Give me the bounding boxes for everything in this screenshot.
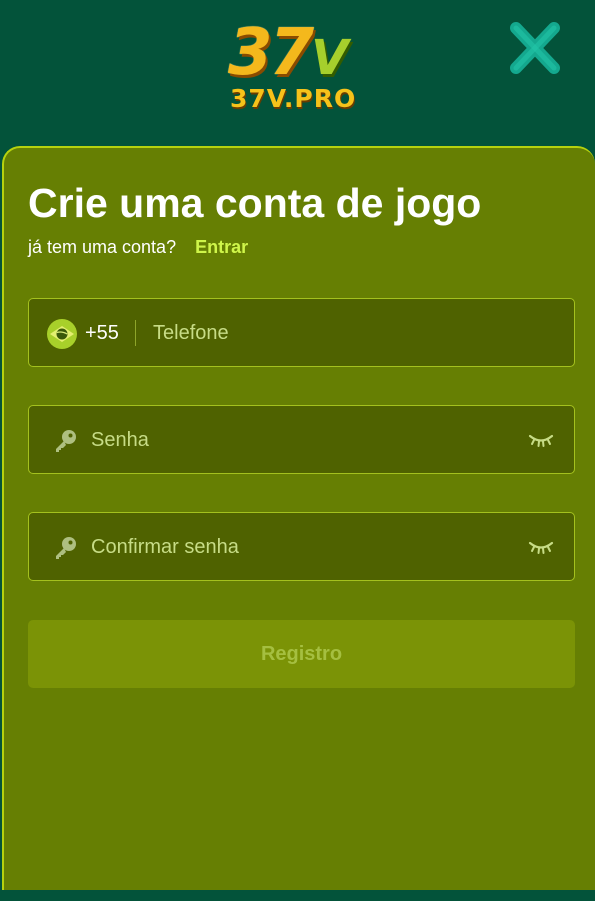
page-title: Crie uma conta de jogo [28,180,482,226]
login-prompt-row: já tem uma conta? Entrar [28,237,248,258]
country-code-divider [135,320,136,346]
close-icon [510,22,560,74]
close-button[interactable] [504,18,566,78]
logo-mark-v: V [311,30,348,86]
brazil-flag-icon [47,319,77,349]
logo: 37V 37V.PRO [222,18,372,114]
key-icon [56,537,76,559]
phone-placeholder: Telefone [153,322,229,344]
login-prompt-text: já tem uma conta? [28,237,177,257]
register-card: Crie uma conta de jogo já tem uma conta?… [2,146,595,890]
password-placeholder: Senha [91,429,149,451]
confirm-password-placeholder: Confirmar senha [91,536,239,558]
confirm-password-field[interactable]: Confirmar senha [28,512,575,581]
phone-field[interactable]: +55 Telefone [28,298,575,367]
logo-domain: 37V.PRO [230,84,357,113]
logo-mark: 37V [228,16,348,93]
login-link[interactable]: Entrar [195,237,248,257]
bottom-strip [0,890,595,901]
header: 37V 37V.PRO [0,0,595,146]
logo-mark-digits: 37 [228,16,314,90]
register-button[interactable]: Registro [28,620,575,688]
key-icon [56,430,76,452]
country-code[interactable]: +55 [85,322,119,345]
password-field[interactable]: Senha [28,405,575,474]
eye-closed-icon[interactable] [528,431,554,449]
eye-closed-icon[interactable] [528,538,554,556]
